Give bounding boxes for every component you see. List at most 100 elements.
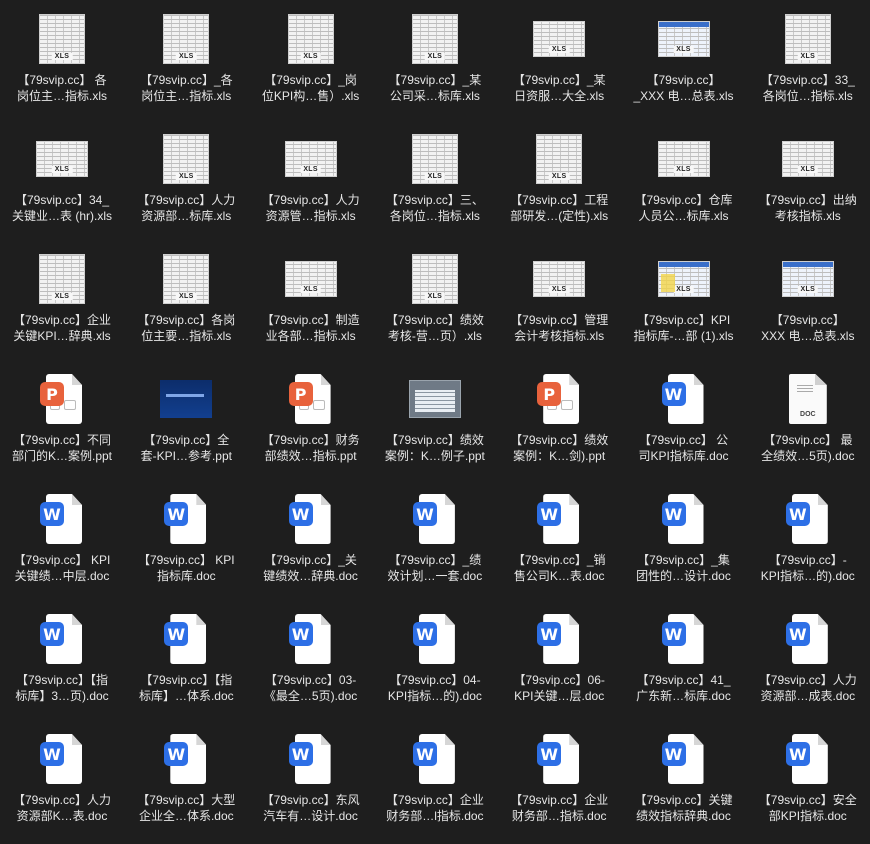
file-name-line1: 【79svip.cc】34_: [14, 193, 110, 207]
file-item[interactable]: W 【79svip.cc】东风 汽车有…设计.doc: [249, 720, 373, 840]
file-icon: DOC: [746, 370, 870, 428]
file-item[interactable]: XLS 【79svip.cc】管理 会计考核指标.xls: [497, 240, 621, 360]
file-item[interactable]: XLS 【79svip.cc】制造 业各部…指标.xls: [249, 240, 373, 360]
file-name-line1: 【79svip.cc】企业: [510, 793, 609, 807]
xls-tag: XLS: [424, 53, 446, 60]
file-name-line1: 【79svip.cc】各岗: [137, 313, 236, 327]
spreadsheet-icon: XLS: [657, 141, 710, 177]
file-name-line2: 案例：K…例子.ppt: [384, 449, 485, 463]
file-item[interactable]: XLS 【79svip.cc】 XXX 电…总表.xls: [746, 240, 870, 360]
file-item[interactable]: W 【79svip.cc】关键 绩效指标辞典.doc: [622, 720, 746, 840]
file-item[interactable]: W 【79svip.cc】 KPI 关键绩…中层.doc: [0, 480, 124, 600]
wps-word-icon: W: [412, 732, 457, 786]
file-name: 【79svip.cc】企业 财务部…l指标.doc: [377, 792, 493, 824]
file-item[interactable]: W 【79svip.cc】企业 财务部…指标.doc: [497, 720, 621, 840]
word-badge: W: [785, 622, 810, 646]
spreadsheet-icon: XLS: [533, 21, 586, 57]
file-name-line2: 团性的…设计.doc: [636, 569, 731, 583]
file-item[interactable]: XLS 【79svip.cc】34_ 关键业…表 (hr).xls: [0, 120, 124, 240]
file-icon: XLS: [622, 130, 746, 188]
file-name: 【79svip.cc】06- KPI关键…层.doc: [501, 672, 617, 704]
file-icon: XLS: [124, 250, 248, 308]
file-name-line2: 资源部…标库.xls: [141, 209, 232, 223]
spreadsheet-icon: XLS: [163, 134, 210, 184]
file-item[interactable]: XLS 【79svip.cc】_岗 位KPI构…售）.xls: [249, 0, 373, 120]
file-item[interactable]: P 【79svip.cc】不同 部门的K…案例.ppt: [0, 360, 124, 480]
file-name-line1: 【79svip.cc】: [646, 73, 721, 87]
file-item[interactable]: XLS 【79svip.cc】人力 资源部…标库.xls: [124, 120, 248, 240]
spreadsheet-icon: XLS: [657, 21, 710, 57]
file-item[interactable]: W 【79svip.cc】- KPI指标…的).doc: [746, 480, 870, 600]
xls-tag: XLS: [424, 293, 446, 300]
word-badge: W: [288, 622, 313, 646]
file-name-line1: 【79svip.cc】_某: [388, 73, 482, 87]
file-item[interactable]: 【79svip.cc】绩效 案例：K…例子.ppt: [373, 360, 497, 480]
file-name-line2: 套-KPI…参考.ppt: [140, 449, 232, 463]
word-badge: W: [537, 502, 562, 526]
xls-tag: XLS: [424, 173, 446, 180]
file-item[interactable]: W 【79svip.cc】 KPI 指标库.doc: [124, 480, 248, 600]
file-item[interactable]: W 【79svip.cc】06- KPI关键…层.doc: [497, 600, 621, 720]
file-item[interactable]: XLS 【79svip.cc】 _XXX 电…总表.xls: [622, 0, 746, 120]
file-name-line1: 【79svip.cc】全: [143, 433, 230, 447]
file-icon: W: [497, 490, 621, 548]
word-badge: W: [164, 502, 189, 526]
spreadsheet-icon: XLS: [411, 254, 458, 304]
ppt-badge: P: [288, 382, 313, 406]
file-item[interactable]: W 【79svip.cc】 公司KPI指标库.doc: [622, 360, 746, 480]
file-item[interactable]: XLS 【79svip.cc】绩效 考核-营…页）.xls: [373, 240, 497, 360]
file-item[interactable]: DOC 【79svip.cc】 最全绩效…5页).doc: [746, 360, 870, 480]
wps-word-icon: W: [40, 732, 84, 786]
file-item[interactable]: W 【79svip.cc】【指 标库】…体系.doc: [124, 600, 248, 720]
file-name: 【79svip.cc】管理 会计考核指标.xls: [501, 312, 617, 344]
file-item[interactable]: W 【79svip.cc】_关 键绩效…辞典.doc: [249, 480, 373, 600]
file-item[interactable]: W 【79svip.cc】03- 《最全…5页).doc: [249, 600, 373, 720]
file-name: 【79svip.cc】财务 部绩效…指标.ppt: [253, 432, 369, 464]
file-item[interactable]: XLS 【79svip.cc】企业 关键KPI…辞典.xls: [0, 240, 124, 360]
file-item[interactable]: W 【79svip.cc】人力 资源部…成表.doc: [746, 600, 870, 720]
xls-tag: XLS: [176, 173, 197, 180]
xls-tag: XLS: [548, 46, 570, 53]
file-icon: [373, 370, 497, 428]
file-name-line2: 位主要…指标.xls: [141, 329, 232, 343]
file-item[interactable]: XLS 【79svip.cc】_某 日资服…大全.xls: [497, 0, 621, 120]
file-item[interactable]: W 【79svip.cc】人力 资源部K…表.doc: [0, 720, 124, 840]
file-item[interactable]: XLS 【79svip.cc】_各 岗位主…指标.xls: [124, 0, 248, 120]
file-item[interactable]: XLS 【79svip.cc】出纳 考核指标.xls: [746, 120, 870, 240]
file-item[interactable]: W 【79svip.cc】_绩 效计划…一套.doc: [373, 480, 497, 600]
file-name-line1: 【79svip.cc】安全: [758, 793, 857, 807]
file-name: 【79svip.cc】绩效 案例：K…例子.ppt: [377, 432, 493, 464]
file-item[interactable]: W 【79svip.cc】41_ 广东新…标库.doc: [622, 600, 746, 720]
file-item[interactable]: XLS 【79svip.cc】仓库 人员公…标库.xls: [622, 120, 746, 240]
file-item[interactable]: P 【79svip.cc】财务 部绩效…指标.ppt: [249, 360, 373, 480]
file-icon: W: [249, 610, 373, 668]
file-item[interactable]: W 【79svip.cc】安全 部KPI指标.doc: [746, 720, 870, 840]
file-name: 【79svip.cc】工程 部研发…(定性).xls: [501, 192, 617, 224]
file-item[interactable]: XLS 【79svip.cc】 各岗位主…指标.xls: [0, 0, 124, 120]
file-item[interactable]: P 【79svip.cc】绩效 案例：K…剑).ppt: [497, 360, 621, 480]
spreadsheet-icon: XLS: [163, 254, 210, 304]
wps-word-icon: W: [288, 492, 333, 546]
file-item[interactable]: W 【79svip.cc】【指 标库】3…页).doc: [0, 600, 124, 720]
file-item[interactable]: XLS 【79svip.cc】33_ 各岗位…指标.xls: [746, 0, 870, 120]
file-name-line1: 【79svip.cc】_岗: [264, 73, 357, 87]
file-name: 【79svip.cc】人力 资源部…标库.xls: [128, 192, 244, 224]
file-name: 【79svip.cc】_各 岗位主…指标.xls: [128, 72, 244, 104]
word-badge: W: [40, 622, 64, 646]
file-item[interactable]: W 【79svip.cc】_销 售公司K…表.doc: [497, 480, 621, 600]
file-item[interactable]: W 【79svip.cc】大型 企业全…体系.doc: [124, 720, 248, 840]
file-item[interactable]: XLS 【79svip.cc】_某 公司采…标库.xls: [373, 0, 497, 120]
file-item[interactable]: XLS 【79svip.cc】各岗 位主要…指标.xls: [124, 240, 248, 360]
file-name-line1: 【79svip.cc】【指: [140, 673, 233, 687]
file-item[interactable]: W 【79svip.cc】_集 团性的…设计.doc: [622, 480, 746, 600]
spreadsheet-icon: XLS: [411, 14, 458, 64]
file-item[interactable]: XLS 【79svip.cc】三、 各岗位…指标.xls: [373, 120, 497, 240]
file-item[interactable]: W 【79svip.cc】企业 财务部…l指标.doc: [373, 720, 497, 840]
file-icon: W: [124, 490, 248, 548]
file-item[interactable]: XLS 【79svip.cc】人力 资源管…指标.xls: [249, 120, 373, 240]
file-name-line2: 企业全…体系.doc: [138, 809, 234, 823]
file-item[interactable]: XLS 【79svip.cc】工程 部研发…(定性).xls: [497, 120, 621, 240]
file-item[interactable]: XLS 【79svip.cc】KPI 指标库-…部 (1).xls: [622, 240, 746, 360]
file-item[interactable]: 【79svip.cc】全 套-KPI…参考.ppt: [124, 360, 248, 480]
file-item[interactable]: W 【79svip.cc】04- KPI指标…的).doc: [373, 600, 497, 720]
